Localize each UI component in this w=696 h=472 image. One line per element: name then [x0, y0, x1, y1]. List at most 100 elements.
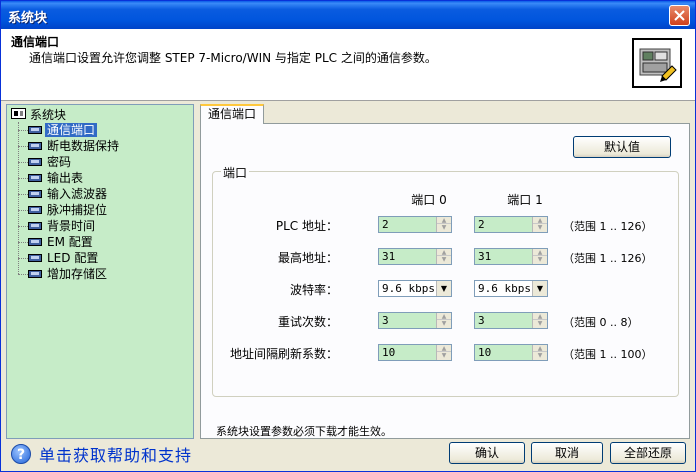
- spin-buttons[interactable]: ▲ ▼: [436, 249, 451, 264]
- row-label: 波特率：: [289, 283, 338, 297]
- spin-input-port0[interactable]: 3 ▲ ▼: [378, 312, 452, 329]
- tree-item[interactable]: 背景时间: [18, 218, 97, 234]
- tree-item-label: 输出表: [47, 171, 84, 185]
- tab-label: 通信端口: [207, 107, 256, 121]
- spin-down-icon[interactable]: ▼: [533, 224, 547, 231]
- window-title: 系统块: [8, 11, 48, 26]
- spin-input-port1[interactable]: 3 ▲ ▼: [474, 312, 548, 329]
- port-node-icon: [28, 142, 42, 150]
- tree-connector: [18, 193, 28, 195]
- spin-value: 31: [382, 250, 396, 263]
- port-node-icon: [28, 206, 42, 214]
- title-bar[interactable]: 系统块: [1, 1, 695, 29]
- row-label: 地址间隔刷新系数：: [229, 347, 338, 361]
- spin-buttons[interactable]: ▲ ▼: [532, 313, 547, 328]
- tab-communication-port[interactable]: 通信端口: [200, 104, 264, 124]
- select-value: 9.6 kbps: [382, 282, 435, 295]
- spin-down-icon[interactable]: ▼: [437, 320, 451, 327]
- help-link[interactable]: 单击获取帮助和支持: [39, 442, 192, 466]
- tree-item[interactable]: 断电数据保持: [18, 138, 121, 154]
- tree-connector: [18, 273, 28, 275]
- spin-up-icon[interactable]: ▲: [437, 313, 451, 320]
- spin-up-icon[interactable]: ▲: [533, 249, 547, 256]
- spin-value: 3: [382, 314, 389, 327]
- section-description: 通信端口设置允许您调整 STEP 7-Micro/WIN 与指定 PLC 之间的…: [29, 51, 437, 65]
- spin-down-icon[interactable]: ▼: [437, 352, 451, 359]
- spin-buttons[interactable]: ▲ ▼: [436, 313, 451, 328]
- spin-value: 10: [382, 346, 396, 359]
- port0-header: 端口 0: [411, 193, 447, 207]
- tree-item[interactable]: LED 配置: [18, 250, 100, 266]
- spin-buttons[interactable]: ▲ ▼: [532, 345, 547, 360]
- default-button[interactable]: 默认值: [573, 136, 671, 158]
- help-link-area[interactable]: ? 单击获取帮助和支持: [11, 442, 192, 466]
- spin-down-icon[interactable]: ▼: [533, 256, 547, 263]
- port-node-icon: [28, 190, 42, 198]
- tree-root[interactable]: 系统块: [11, 107, 67, 122]
- port-groupbox: 端口 端口 0 端口 1 PLC 地址： 2 ▲ ▼ 2 ▲ ▼ （范围 1 .. 126）最…: [212, 164, 679, 397]
- select-value: 9.6 kbps: [478, 282, 531, 295]
- tab-content: 默认值 端口 端口 0 端口 1 PLC 地址： 2 ▲ ▼ 2 ▲ ▼ （范围 1 .. 1…: [200, 123, 690, 439]
- spin-up-icon[interactable]: ▲: [533, 217, 547, 224]
- port-node-icon: [28, 158, 42, 166]
- spin-buttons[interactable]: ▲ ▼: [532, 249, 547, 264]
- tree-item[interactable]: 输出表: [18, 170, 85, 186]
- tree-item[interactable]: 增加存储区: [18, 266, 109, 282]
- baud-rate-select-port1[interactable]: 9.6 kbps ▼: [474, 280, 548, 297]
- spin-input-port0[interactable]: 2 ▲ ▼: [378, 216, 452, 233]
- range-hint: （范围 1 .. 126）: [563, 252, 653, 265]
- spin-up-icon[interactable]: ▲: [437, 249, 451, 256]
- settings-tree[interactable]: 系统块 通信端口 断电数据保持 密码 输出表输入滤波器脉冲捕捉位背景时间 EM 配置 LE…: [6, 104, 194, 439]
- tree-item-label: 输入滤波器: [47, 187, 108, 201]
- port-node-icon: [28, 174, 42, 182]
- close-button[interactable]: [669, 5, 690, 26]
- tree-item[interactable]: 密码: [18, 154, 73, 170]
- spin-input-port1[interactable]: 2 ▲ ▼: [474, 216, 548, 233]
- spin-down-icon[interactable]: ▼: [437, 224, 451, 231]
- header-panel: 通信端口 通信端口设置允许您调整 STEP 7-Micro/WIN 与指定 PL…: [1, 29, 695, 101]
- spin-value: 3: [478, 314, 485, 327]
- spin-input-port0[interactable]: 31 ▲ ▼: [378, 248, 452, 265]
- port-node-icon: [28, 222, 42, 230]
- spin-up-icon[interactable]: ▲: [533, 345, 547, 352]
- port-node-icon: [28, 126, 42, 134]
- tree-root-label: 系统块: [30, 107, 67, 122]
- spin-up-icon[interactable]: ▲: [437, 345, 451, 352]
- spin-buttons[interactable]: ▲ ▼: [436, 345, 451, 360]
- chevron-down-icon[interactable]: ▼: [436, 281, 451, 296]
- spin-value: 2: [382, 218, 389, 231]
- tree-item-label: 脉冲捕捉位: [47, 203, 108, 217]
- range-hint: （范围 0 .. 8）: [563, 316, 639, 329]
- spin-input-port1[interactable]: 31 ▲ ▼: [474, 248, 548, 265]
- baud-rate-select-port0[interactable]: 9.6 kbps ▼: [378, 280, 452, 297]
- tree-item-label: EM 配置: [47, 235, 93, 249]
- spin-input-port1[interactable]: 10 ▲ ▼: [474, 344, 548, 361]
- tree-item[interactable]: 脉冲捕捉位: [18, 202, 109, 218]
- tree-item-label: 背景时间: [47, 219, 96, 233]
- tree-item[interactable]: 通信端口: [18, 122, 98, 138]
- tree-item[interactable]: EM 配置: [18, 234, 95, 250]
- ok-button[interactable]: 确认: [449, 442, 525, 464]
- tree-connector: [18, 129, 28, 131]
- spin-down-icon[interactable]: ▼: [533, 352, 547, 359]
- restore-all-button[interactable]: 全部还原: [610, 442, 686, 464]
- tree-connector: [18, 225, 28, 227]
- spin-up-icon[interactable]: ▲: [533, 313, 547, 320]
- spin-up-icon[interactable]: ▲: [437, 217, 451, 224]
- help-icon[interactable]: ?: [11, 444, 31, 464]
- tree-connector: [18, 161, 28, 163]
- spin-down-icon[interactable]: ▼: [437, 256, 451, 263]
- tree-item-label: 通信端口: [45, 123, 98, 137]
- spin-buttons[interactable]: ▲ ▼: [532, 217, 547, 232]
- spin-down-icon[interactable]: ▼: [533, 320, 547, 327]
- spin-value: 2: [478, 218, 485, 231]
- tree-connector: [18, 241, 28, 243]
- spin-input-port0[interactable]: 10 ▲ ▼: [378, 344, 452, 361]
- chevron-down-icon[interactable]: ▼: [532, 281, 547, 296]
- range-hint: （范围 1 .. 126）: [563, 220, 653, 233]
- tree-item[interactable]: 输入滤波器: [18, 186, 109, 202]
- cancel-button[interactable]: 取消: [531, 442, 603, 464]
- spin-value: 31: [478, 250, 492, 263]
- port-group-label: 端口: [221, 164, 250, 181]
- spin-buttons[interactable]: ▲ ▼: [436, 217, 451, 232]
